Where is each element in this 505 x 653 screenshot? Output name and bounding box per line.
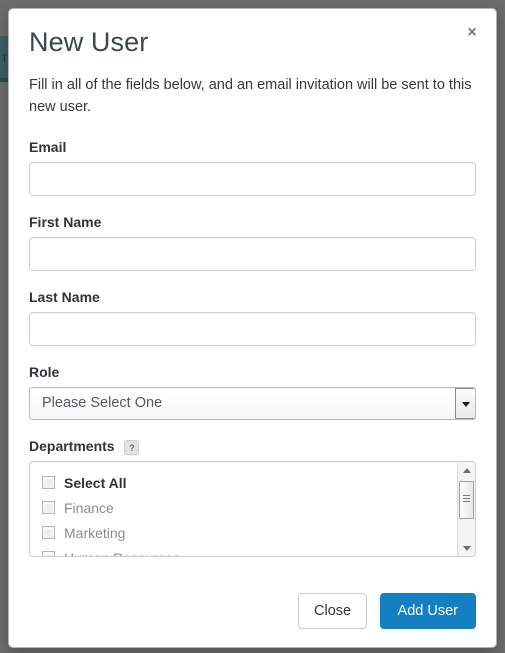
role-select[interactable]: Please Select One	[29, 387, 476, 420]
page-title: New User	[29, 27, 149, 57]
email-label: Email	[29, 139, 67, 155]
list-item[interactable]: Marketing	[42, 520, 456, 545]
list-item[interactable]: Finance	[42, 495, 456, 520]
form-group-role: Role Please Select One	[29, 363, 476, 420]
checkbox-icon[interactable]	[42, 476, 55, 489]
form-group-first-name: First Name	[29, 213, 476, 271]
departments-scrollbar[interactable]	[457, 462, 475, 556]
checkbox-icon[interactable]	[42, 551, 55, 556]
list-item-label: Select All	[64, 474, 127, 491]
first-name-field[interactable]	[29, 237, 476, 271]
scroll-up-icon[interactable]	[458, 462, 475, 479]
cancel-button[interactable]: Close	[298, 593, 368, 629]
chevron-down-icon[interactable]	[455, 388, 475, 419]
email-field[interactable]	[29, 162, 476, 196]
dialog-body: Fill in all of the fields below, and an …	[9, 59, 496, 579]
help-icon[interactable]: ?	[124, 439, 140, 455]
departments-listbox: Select All Finance Marketing Human Resou…	[29, 461, 476, 557]
role-selected-value: Please Select One	[42, 395, 163, 411]
last-name-label: Last Name	[29, 289, 100, 305]
form-group-departments: Departments ? Select All Finance Marketi…	[29, 437, 476, 557]
departments-label: Departments ?	[29, 437, 476, 455]
list-item-label: Human Resources	[64, 549, 180, 557]
form-group-last-name: Last Name	[29, 288, 476, 346]
scrollbar-thumb[interactable]	[459, 481, 474, 519]
checkbox-icon[interactable]	[42, 501, 55, 514]
list-item-label: Marketing	[64, 524, 126, 541]
departments-label-text: Departments	[29, 438, 115, 454]
departments-list: Select All Finance Marketing Human Resou…	[30, 462, 456, 556]
dialog-header: New User ×	[9, 9, 496, 59]
list-item[interactable]: Human Resources	[42, 545, 456, 556]
dialog-footer: Close Add User	[9, 579, 496, 647]
intro-text: Fill in all of the fields below, and an …	[29, 77, 472, 115]
add-user-button[interactable]: Add User	[379, 593, 476, 629]
first-name-label: First Name	[29, 214, 102, 230]
role-label: Role	[29, 364, 60, 380]
form-group-email: Email	[29, 138, 476, 196]
list-item[interactable]: Select All	[42, 470, 456, 495]
last-name-field[interactable]	[29, 312, 476, 346]
scroll-down-icon[interactable]	[458, 539, 475, 556]
list-item-label: Finance	[64, 499, 114, 516]
close-icon[interactable]: ×	[462, 23, 482, 43]
checkbox-icon[interactable]	[42, 526, 55, 539]
new-user-dialog: New User × Fill in all of the fields bel…	[8, 8, 497, 648]
